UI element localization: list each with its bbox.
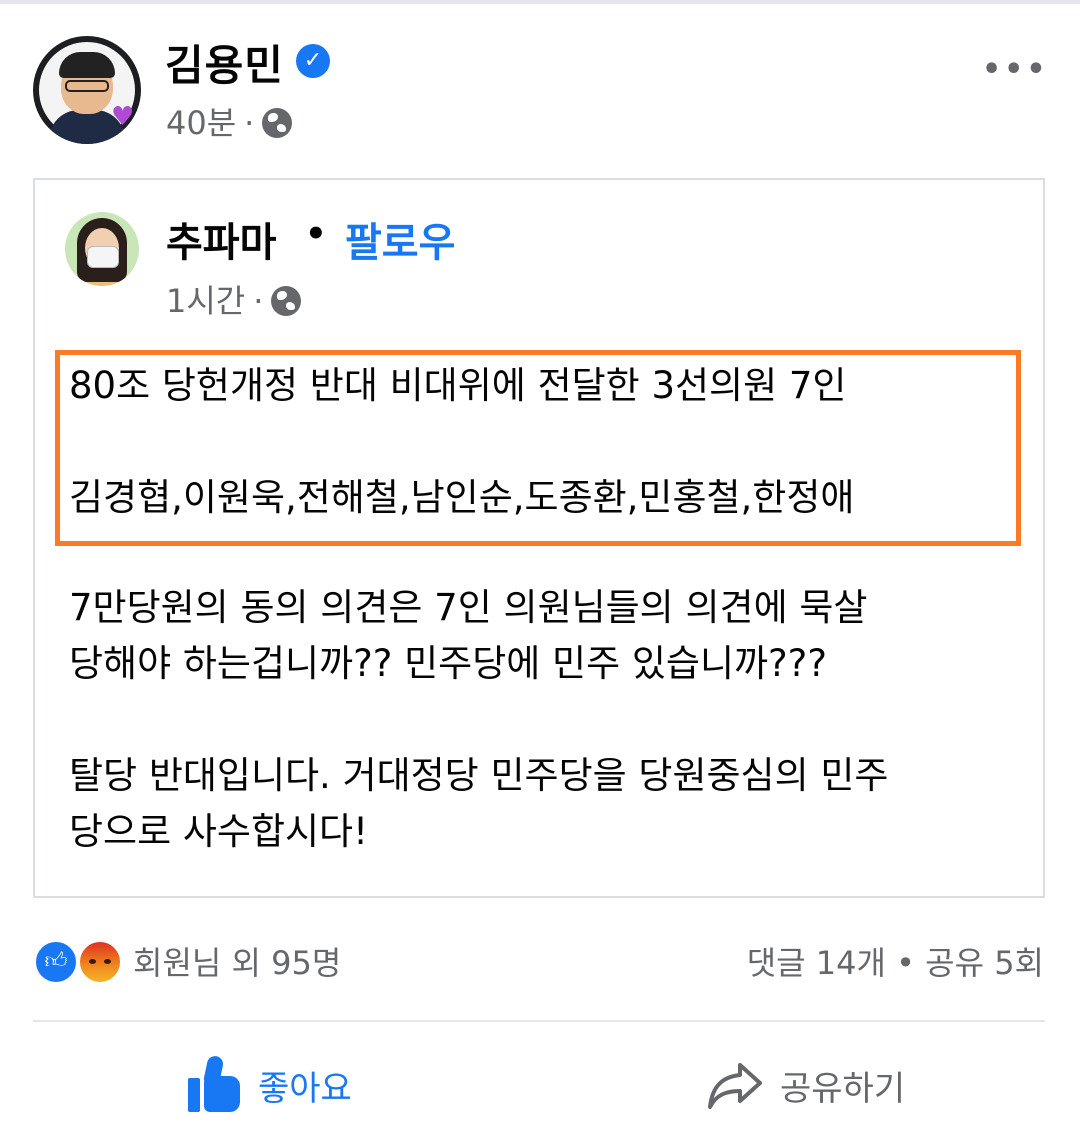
shared-post-card[interactable]: 추파마 • 팔로우 1시간 · 80조 당헌개정 반대 비대위에 전달한 3선의원… (33, 178, 1045, 898)
avatar-mask (87, 246, 119, 268)
highlight-line: 80조 당헌개정 반대 비대위에 전달한 3선의원 7인 (69, 364, 847, 407)
more-options-icon[interactable]: ••• (982, 52, 1049, 87)
like-label: 좋아요 (258, 1068, 352, 1109)
like-button[interactable]: 좋아요 (184, 1050, 352, 1120)
avatar-hair (59, 52, 115, 78)
top-divider (0, 0, 1080, 4)
body-line: 탈당 반대입니다. 거대정당 민주당을 당원중심의 민주 (69, 754, 889, 797)
body-line: 7만당원의 동의 의견은 7인 의원님들의 의견에 묵살 (69, 586, 868, 629)
avatar-glasses (65, 80, 109, 92)
author-name[interactable]: 김용민 (165, 32, 284, 93)
globe-icon (262, 108, 293, 138)
shared-author-name[interactable]: 추파마 (166, 210, 276, 268)
thumbs-up-icon (184, 1054, 242, 1114)
angry-icon[interactable] (78, 940, 122, 984)
verified-badge-icon: ✓ (296, 44, 330, 78)
comment-share-stats[interactable]: 댓글 14개 • 공유 5회 (747, 938, 1044, 984)
post-time[interactable]: 40분 (166, 104, 236, 142)
shared-author-avatar[interactable] (65, 212, 139, 286)
share-button[interactable]: 공유하기 (706, 1050, 905, 1120)
reaction-summary[interactable]: 회원님 외 95명 (133, 938, 341, 984)
name-separator: • (305, 214, 327, 254)
author-avatar[interactable]: ♥ (33, 36, 141, 144)
shared-post-time[interactable]: 1시간 (166, 282, 245, 320)
meta-separator: · (253, 282, 264, 320)
share-label: 공유하기 (780, 1068, 906, 1109)
heart-icon: ♥ (111, 102, 135, 132)
shared-post-meta: 1시간 · (166, 276, 302, 322)
like-icon[interactable]: 👍︎ (34, 940, 78, 984)
meta-separator: · (244, 104, 255, 142)
follow-button[interactable]: 팔로우 (345, 210, 455, 268)
highlight-line: 김경협,이원욱,전해철,남인순,도종환,민홍철,한정애 (69, 476, 855, 519)
share-arrow-icon (708, 1063, 762, 1109)
body-line: 당으로 사수합시다! (69, 810, 368, 853)
post-meta: 40분 · (166, 98, 293, 144)
action-divider (33, 1020, 1045, 1022)
globe-icon (271, 286, 302, 316)
body-line: 당해야 하는겁니까?? 민주당에 민주 있습니까??? (69, 642, 827, 685)
